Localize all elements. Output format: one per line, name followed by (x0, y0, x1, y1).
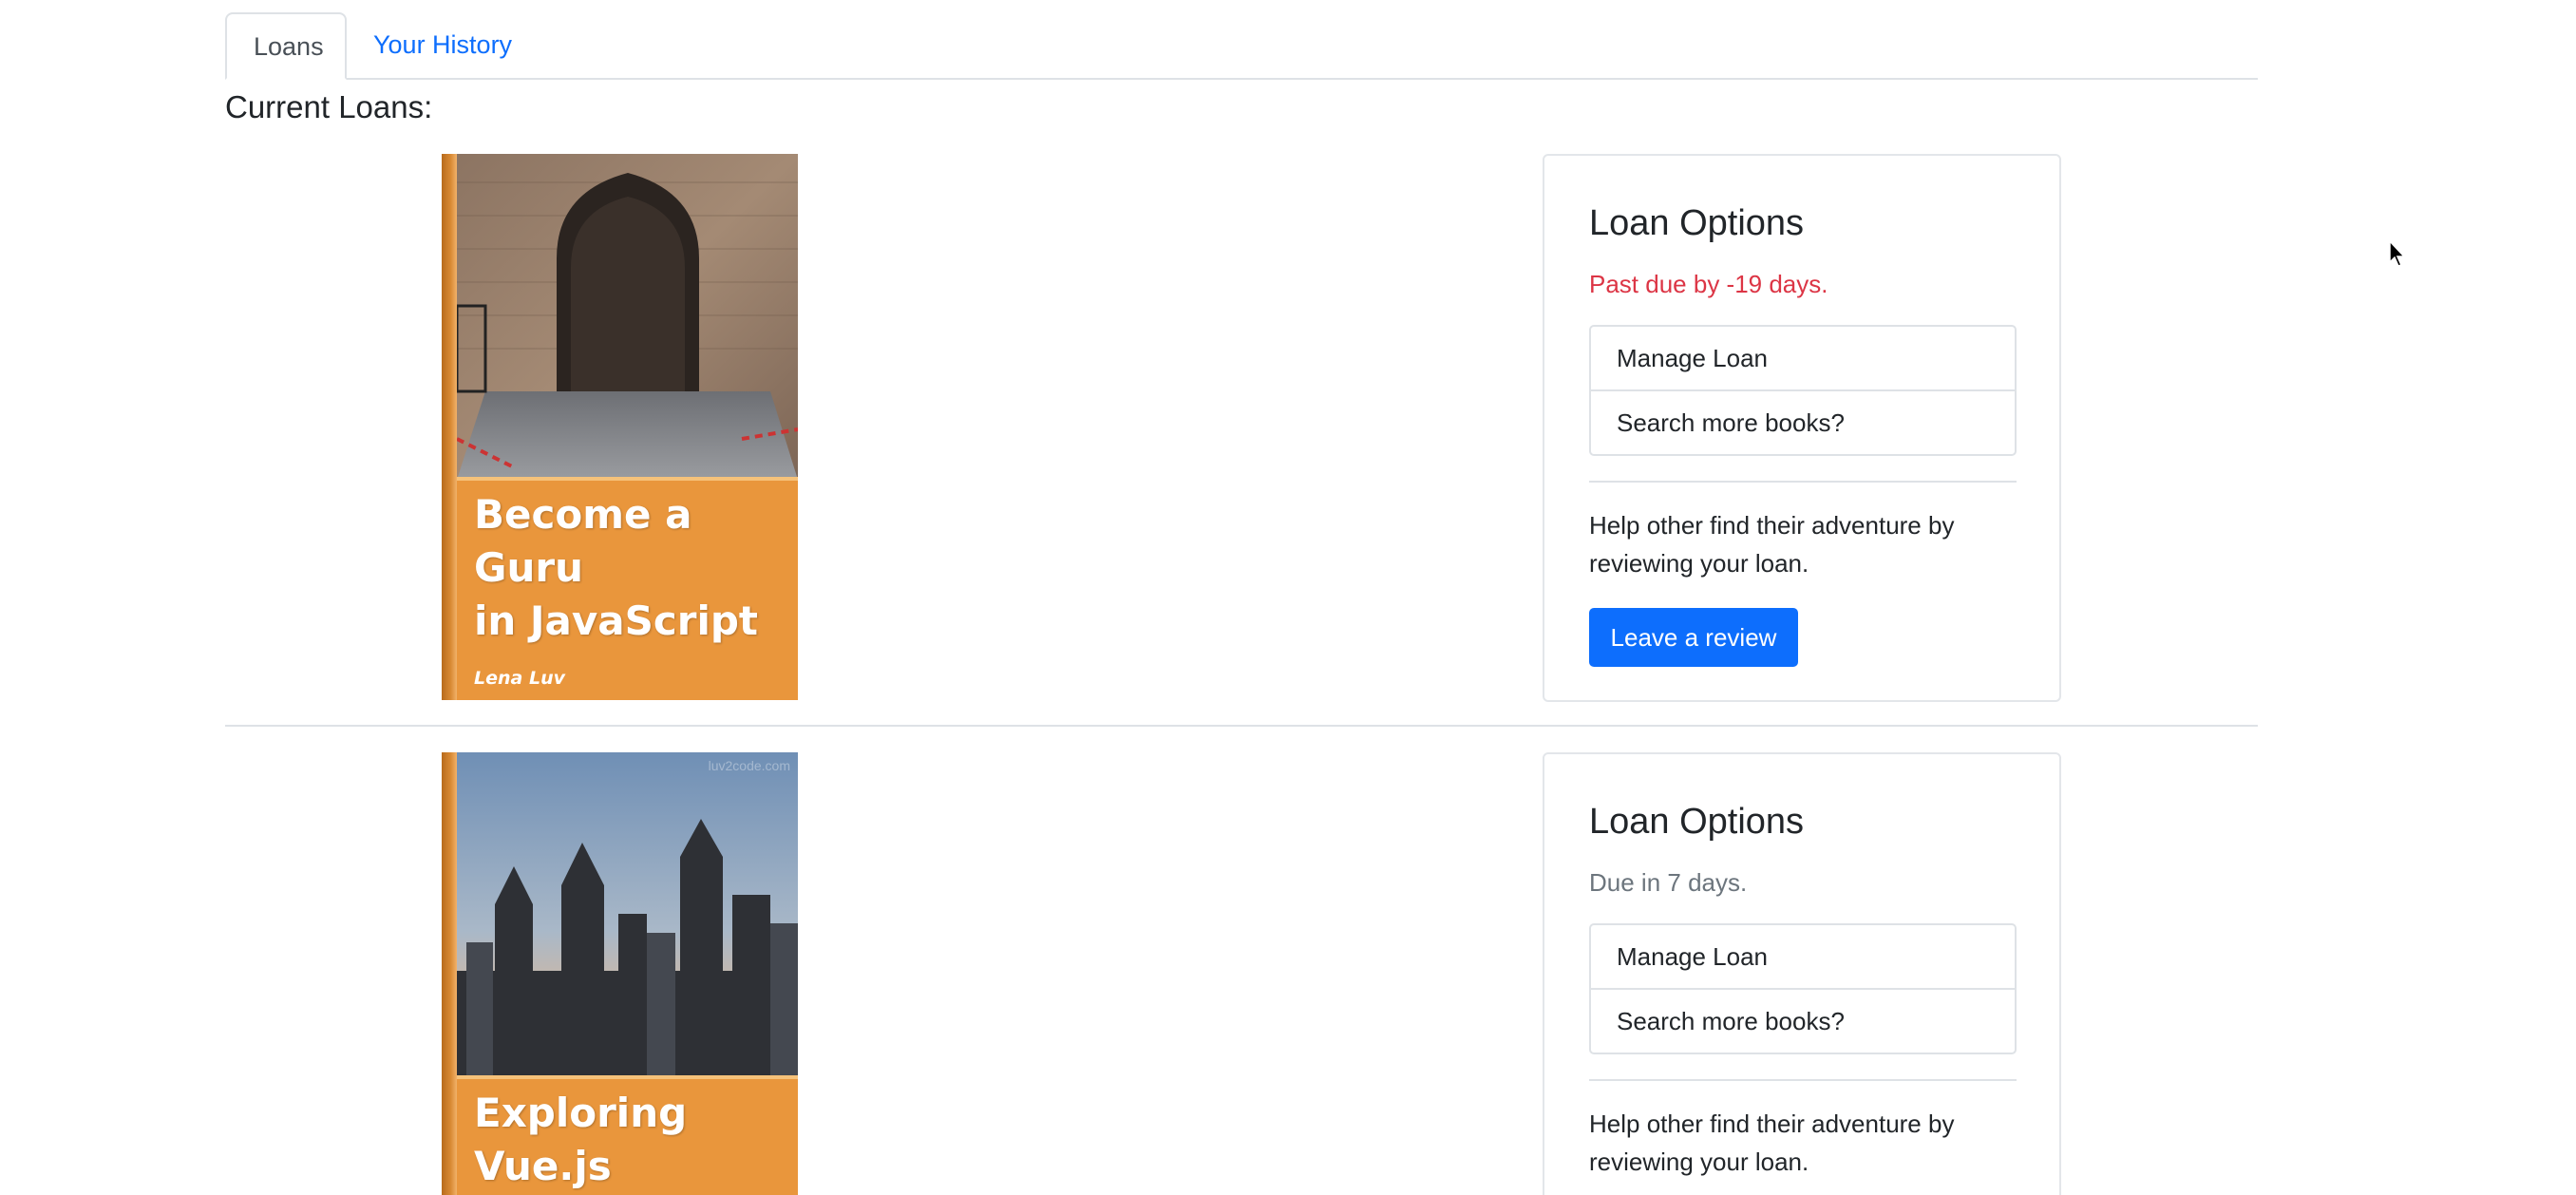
book-cover-image: luv2code.com Exploring Vue.js (442, 752, 798, 1195)
card-divider (1589, 1079, 2017, 1081)
cover-spine (442, 154, 457, 700)
cover-watermark: luv2code.com (708, 758, 790, 773)
manage-loan-button[interactable]: Manage Loan (1591, 327, 2015, 389)
book-cover-image: Become a Guru in JavaScript Lena Luv (442, 154, 798, 700)
due-status: Past due by -19 days. (1589, 270, 1828, 298)
loan-actions-list: Manage Loan Search more books? (1589, 325, 2017, 456)
tab-your-history[interactable]: Your History (347, 12, 539, 78)
loan-row: Become a Guru in JavaScript Lena Luv Loa… (225, 154, 2258, 724)
cover-title-line: in JavaScript (474, 598, 759, 644)
loan-row: luv2code.com Exploring Vue.js Loan Optio… (225, 752, 2258, 1195)
tab-loans[interactable]: Loans (225, 12, 347, 80)
cover-band (457, 477, 798, 481)
leave-review-button[interactable]: Leave a review (1589, 608, 1798, 667)
review-help-text: Help other find their adventure by revie… (1589, 511, 1955, 578)
due-status: Due in 7 days. (1589, 868, 1748, 897)
search-more-books-button[interactable]: Search more books? (1591, 389, 2015, 454)
cover-photo-skyline (457, 752, 798, 1078)
page: Loans Your History Current Loans: Become… (0, 0, 2576, 1195)
cover-title-line: Become a Guru (474, 491, 692, 591)
loan-options-card: Loan Options Past due by -19 days. Manag… (1543, 154, 2061, 702)
cover-spine (442, 752, 457, 1195)
card-title: Loan Options (1589, 203, 1805, 243)
loan-options-card: Loan Options Due in 7 days. Manage Loan … (1543, 752, 2061, 1195)
loan-actions-list: Manage Loan Search more books? (1589, 923, 2017, 1054)
nav-tabs: Loans Your History (225, 12, 2258, 80)
search-more-books-button[interactable]: Search more books? (1591, 988, 2015, 1053)
cover-band (457, 1075, 798, 1079)
cover-photo-archway (457, 154, 798, 480)
cover-title: Become a Guru in JavaScript (474, 488, 787, 648)
mouse-pointer-icon (2389, 240, 2406, 267)
cover-title-line: Exploring (474, 1090, 688, 1136)
review-help-text: Help other find their adventure by revie… (1589, 1110, 1955, 1176)
manage-loan-button[interactable]: Manage Loan (1591, 925, 2015, 988)
card-title: Loan Options (1589, 802, 1805, 842)
cover-title-line: Vue.js (474, 1143, 612, 1189)
cover-author: Lena Luv (474, 668, 565, 689)
loan-divider (225, 725, 2258, 727)
section-title: Current Loans: (225, 89, 433, 124)
cover-title: Exploring Vue.js (474, 1087, 787, 1193)
card-divider (1589, 481, 2017, 483)
